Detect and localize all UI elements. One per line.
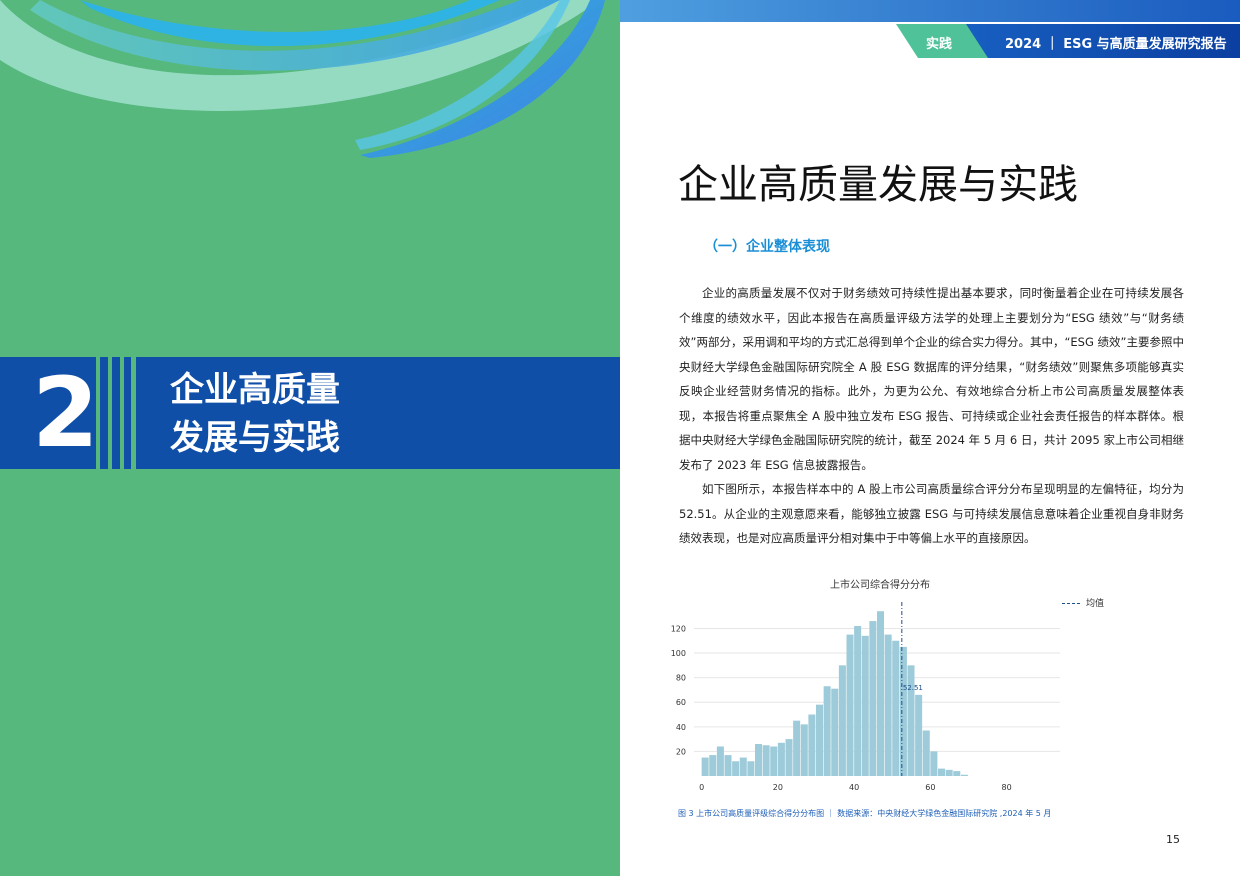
header-bar <box>620 0 1240 22</box>
paragraph: 企业的高质量发展不仅对于财务绩效可持续性提出基本要求，同时衡量着企业在可持续发展… <box>679 286 1185 472</box>
x-tick-label: 0 <box>699 783 704 792</box>
header-report-title: 2024 ｜ ESG 与高质量发展研究报告 <box>1005 37 1227 52</box>
chapter-title-line2: 发展与实践 <box>170 418 340 458</box>
histogram-bar <box>907 665 915 776</box>
histogram-bar <box>739 757 747 776</box>
x-tick-label: 20 <box>773 783 783 792</box>
histogram-bar <box>755 744 763 776</box>
histogram-bar <box>816 704 824 776</box>
histogram-bar <box>884 634 892 776</box>
page-number: 15 <box>1166 833 1180 846</box>
y-tick-label: 40 <box>676 723 686 732</box>
chart-title: 上市公司综合得分分布 <box>830 580 930 591</box>
histogram-bar <box>877 611 885 776</box>
histogram-bar <box>899 646 907 776</box>
histogram-bar <box>762 745 770 776</box>
histogram-bar <box>831 688 839 776</box>
paragraph: 如下图所示，本报告样本中的 A 股上市公司高质量综合评分分布呈现明显的左偏特征，… <box>679 482 1184 545</box>
chapter-title-line1: 企业高质量 <box>170 370 340 410</box>
band-stripe <box>108 357 112 469</box>
left-cover-panel: 2 企业高质量 发展与实践 <box>0 0 620 876</box>
histogram-bar <box>808 714 816 776</box>
histogram-bar <box>854 625 862 776</box>
figure-caption: 图 3 上市公司高质量评级综合得分分布图 ｜ 数据来源：中央财经大学绿色金融国际… <box>678 809 1052 818</box>
x-tick-label: 40 <box>849 783 859 792</box>
histogram-bar <box>938 768 946 776</box>
histogram-bar <box>846 634 854 776</box>
body-text: 企业的高质量发展不仅对于财务绩效可持续性提出基本要求，同时衡量着企业在可持续发展… <box>679 281 1184 551</box>
histogram-bar <box>861 635 869 776</box>
histogram-bar <box>716 746 724 776</box>
histogram-bar <box>823 686 831 776</box>
histogram-bar <box>793 720 801 776</box>
y-tick-label: 60 <box>676 698 686 707</box>
section-heading: （一）企业整体表现 <box>704 239 830 255</box>
page-title: 企业高质量发展与实践 <box>678 162 1078 208</box>
histogram-bar <box>960 774 968 776</box>
band-stripe <box>120 357 124 469</box>
y-tick-label: 100 <box>671 649 686 658</box>
histogram-bar <box>945 769 953 776</box>
histogram-chart: 20 40 60 80 100 120 0 20 40 60 80 52.51 <box>671 602 1060 792</box>
histogram-bar <box>838 665 846 776</box>
chapter-number: 2 <box>32 357 99 469</box>
mean-label: 52.51 <box>903 684 923 692</box>
histogram-bar <box>800 724 808 776</box>
histogram-bar <box>770 746 778 776</box>
x-tick-label: 60 <box>925 783 935 792</box>
band-stripe <box>131 357 136 469</box>
histogram-bar <box>747 761 755 776</box>
histogram-bar <box>701 757 709 776</box>
histogram-bar <box>724 755 732 776</box>
histogram-bar <box>922 730 930 776</box>
histogram-bar <box>869 621 877 776</box>
histogram-bar <box>732 761 740 776</box>
header-section-tag: 实践 <box>926 37 953 52</box>
histogram-bar <box>709 755 717 776</box>
legend-label: 均值 <box>1086 599 1105 609</box>
chapter-title: 企业高质量 发展与实践 <box>170 366 340 462</box>
y-tick-label: 20 <box>676 747 686 756</box>
histogram-bar <box>785 739 793 776</box>
histogram-bar <box>953 771 961 776</box>
histogram-bar <box>892 640 900 776</box>
histogram-bar <box>915 694 923 776</box>
decorative-swoosh-graphic <box>0 0 605 158</box>
histogram-bar <box>777 742 785 776</box>
y-tick-label: 120 <box>671 624 686 633</box>
histogram-bar <box>930 751 938 776</box>
x-tick-label: 80 <box>1002 783 1012 792</box>
y-tick-label: 80 <box>676 674 686 683</box>
